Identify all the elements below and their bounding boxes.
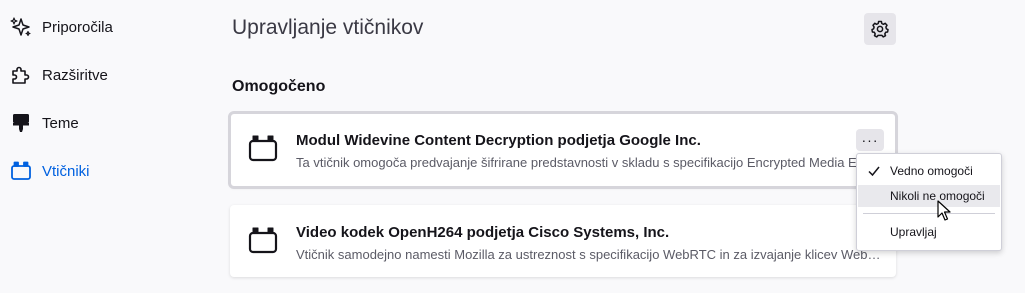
sidebar-item-extensions[interactable]: Razširitve (8, 57, 188, 93)
plugin-card[interactable]: Video kodek OpenH264 podjetja Cisco Syst… (230, 205, 896, 277)
gear-icon (871, 20, 889, 38)
sidebar-item-recommendations[interactable]: Priporočila (8, 9, 188, 45)
menu-item-always-activate[interactable]: Vedno omogoči (858, 160, 1000, 182)
sidebar-item-label: Vtičniki (42, 162, 90, 180)
plugin-description: Ta vtičnik omogoča predvajanje šifrirane… (296, 155, 856, 170)
sparkle-icon (10, 16, 32, 38)
plugin-options-menu: Vedno omogoči Nikoli ne omogoči Upravlja… (856, 153, 1002, 251)
more-options-button[interactable]: ··· (856, 129, 884, 151)
sidebar-item-themes[interactable]: Teme (8, 105, 188, 141)
plugin-card[interactable]: Modul Widevine Content Decryption podjet… (228, 111, 898, 189)
page-title: Upravljanje vtičnikov (232, 16, 424, 39)
checkmark-icon (867, 164, 881, 181)
section-title-enabled: Omogočeno (232, 78, 326, 95)
sidebar-item-label: Teme (42, 114, 79, 132)
plugin-icon (10, 160, 32, 182)
plugin-icon (248, 225, 278, 255)
sidebar-item-plugins[interactable]: Vtičniki (8, 153, 188, 189)
menu-item-label: Vedno omogoči (890, 164, 973, 178)
more-icon: ··· (861, 132, 879, 148)
menu-item-label: Upravljaj (890, 225, 937, 239)
menu-item-never-activate[interactable]: Nikoli ne omogoči (858, 185, 1000, 207)
plugin-name: Video kodek OpenH264 podjetja Cisco Syst… (296, 224, 670, 241)
sidebar-item-label: Razširitve (42, 66, 108, 84)
paintbrush-icon (10, 112, 32, 134)
puzzle-icon (10, 64, 32, 86)
plugin-icon (248, 133, 278, 163)
settings-button[interactable] (864, 13, 896, 45)
plugin-description: Vtičnik samodejno namesti Mozilla za ust… (296, 247, 886, 262)
sidebar-item-label: Priporočila (42, 18, 113, 36)
menu-separator (863, 213, 995, 214)
mouse-cursor-icon (937, 200, 953, 222)
plugin-name: Modul Widevine Content Decryption podjet… (296, 132, 701, 149)
menu-item-manage[interactable]: Upravljaj (858, 221, 1000, 243)
sidebar: Priporočila Razširitve Teme Vtičniki (0, 0, 200, 293)
